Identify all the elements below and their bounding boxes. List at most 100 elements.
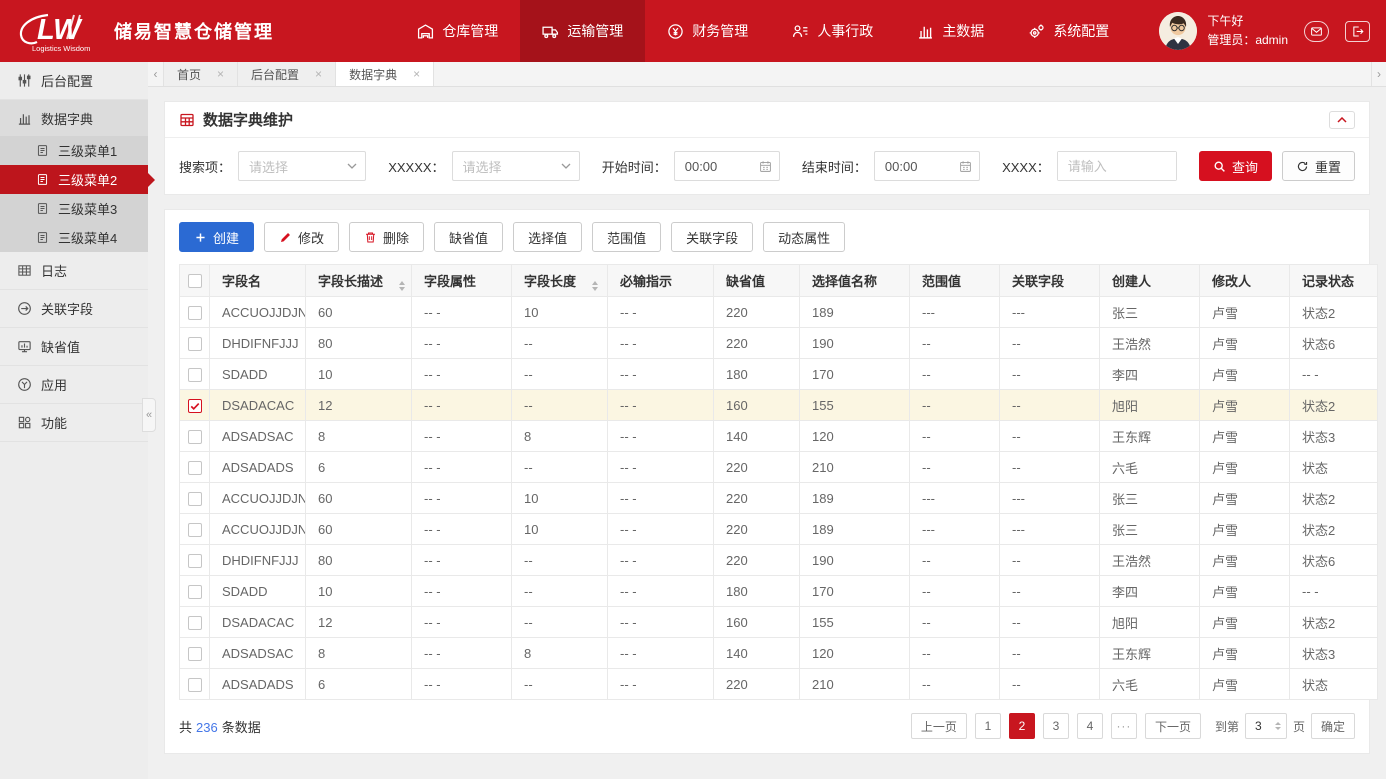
page-button-2[interactable]: 2	[1009, 713, 1035, 739]
start-time-input[interactable]: 00:00	[674, 151, 780, 181]
delete-button[interactable]: 删除	[349, 222, 424, 252]
edit-button[interactable]: 修改	[264, 222, 339, 252]
cell: 10	[512, 514, 608, 545]
sidebar-item-backend-config[interactable]: 后台配置	[0, 62, 148, 100]
cell: 张三	[1100, 297, 1200, 328]
sidebar-item-submenu-4[interactable]: 三级菜单4	[0, 223, 148, 252]
sidebar-item-submenu-1[interactable]: 三级菜单1	[0, 136, 148, 165]
nav-item-hr[interactable]: 人事行政	[770, 0, 895, 62]
close-icon[interactable]: ×	[217, 67, 224, 81]
search-item-select[interactable]: 请选择	[238, 151, 366, 181]
range-value-button[interactable]: 范围值	[592, 222, 661, 252]
page-button-4[interactable]: 4	[1077, 713, 1103, 739]
column-label: 创建人	[1112, 274, 1151, 289]
close-icon[interactable]: ×	[315, 67, 322, 81]
row-checkbox[interactable]	[188, 554, 202, 568]
cell: 220	[714, 669, 800, 700]
reset-button[interactable]: 重置	[1282, 151, 1355, 181]
prev-page-button[interactable]: 上一页	[911, 713, 967, 739]
cell: --	[1000, 359, 1100, 390]
sidebar-item-data-dictionary[interactable]: 数据字典	[0, 100, 148, 136]
close-icon[interactable]: ×	[413, 67, 420, 81]
nav-item-system-config[interactable]: 系统配置	[1006, 0, 1131, 62]
row-checkbox[interactable]	[188, 585, 202, 599]
nav-item-master-data[interactable]: 主数据	[895, 0, 1006, 62]
more-pages-button[interactable]: ···	[1111, 713, 1137, 739]
sidebar-item-default-values[interactable]: 缺省值	[0, 328, 148, 366]
avatar[interactable]	[1159, 12, 1197, 50]
row-checkbox[interactable]	[188, 647, 202, 661]
column-label: 范围值	[922, 274, 961, 289]
sort-control[interactable]	[399, 281, 405, 291]
row-checkbox[interactable]	[188, 368, 202, 382]
logout-icon	[1351, 25, 1364, 38]
sidebar-collapse-handle[interactable]: «	[142, 398, 156, 432]
nav-item-warehouse[interactable]: 仓库管理	[395, 0, 520, 62]
cell: 220	[714, 297, 800, 328]
confirm-button[interactable]: 确定	[1311, 713, 1355, 739]
row-checkbox[interactable]	[188, 616, 202, 630]
end-time-input[interactable]: 00:00	[874, 151, 980, 181]
page-label: 页	[1293, 718, 1305, 735]
create-button[interactable]: 创建	[179, 222, 254, 252]
cell: ---	[910, 514, 1000, 545]
cell: --	[1000, 576, 1100, 607]
cell: ADSADADS	[210, 452, 306, 483]
cell: 王浩然	[1100, 328, 1200, 359]
column-header: 字段长度	[512, 265, 608, 297]
default-value-button[interactable]: 缺省值	[434, 222, 503, 252]
user-info: 下午好 管理员：admin	[1207, 12, 1288, 49]
keyword-input[interactable]	[1058, 152, 1176, 180]
xxxxx-select[interactable]: 请选择	[452, 151, 580, 181]
row-checkbox[interactable]	[188, 492, 202, 506]
tab-backend-config[interactable]: 后台配置×	[238, 62, 336, 86]
cell: ACCUOJJDJN	[210, 514, 306, 545]
tab-home[interactable]: 首页×	[163, 62, 238, 86]
column-header: 字段名	[210, 265, 306, 297]
cell: 卢雪	[1200, 607, 1290, 638]
cell: 卢雪	[1200, 421, 1290, 452]
button-label: 动态属性	[778, 228, 830, 247]
cell: 卢雪	[1200, 483, 1290, 514]
stepper-arrows-icon[interactable]	[1275, 722, 1281, 730]
sidebar-item-function[interactable]: 功能	[0, 404, 148, 442]
sidebar-item-application[interactable]: 应用	[0, 366, 148, 404]
select-all-checkbox[interactable]	[188, 274, 202, 288]
dynamic-attr-button[interactable]: 动态属性	[763, 222, 845, 252]
row-checkbox[interactable]	[188, 430, 202, 444]
mail-button[interactable]	[1304, 21, 1329, 42]
cell: ---	[1000, 297, 1100, 328]
goto-label: 到第	[1215, 718, 1239, 735]
row-checkbox[interactable]	[188, 337, 202, 351]
row-checkbox[interactable]	[188, 306, 202, 320]
logout-button[interactable]	[1345, 21, 1370, 42]
tab-data-dictionary[interactable]: 数据字典×	[336, 62, 434, 86]
sidebar-item-submenu-2[interactable]: 三级菜单2	[0, 165, 148, 194]
cell: 12	[306, 390, 412, 421]
button-label: 缺省值	[449, 228, 488, 247]
cell: 155	[800, 390, 910, 421]
sidebar-item-related-fields[interactable]: 关联字段	[0, 290, 148, 328]
related-field-button[interactable]: 关联字段	[671, 222, 753, 252]
next-page-button[interactable]: 下一页	[1145, 713, 1201, 739]
page-button-1[interactable]: 1	[975, 713, 1001, 739]
sort-control[interactable]	[592, 281, 598, 291]
goto-page-input[interactable]: 3	[1245, 713, 1287, 739]
row-checkbox[interactable]	[188, 461, 202, 475]
panel-collapse-button[interactable]	[1329, 111, 1355, 129]
row-checkbox[interactable]	[188, 399, 202, 413]
row-checkbox[interactable]	[188, 678, 202, 692]
sidebar-item-logs[interactable]: 日志	[0, 252, 148, 290]
nav-item-transport[interactable]: 运输管理	[520, 0, 645, 62]
tab-scroll-right-icon[interactable]: ›	[1371, 62, 1386, 86]
tab-scroll-left-icon[interactable]: ‹	[148, 62, 163, 86]
search-icon	[1213, 160, 1226, 173]
nav-item-finance[interactable]: 财务管理	[645, 0, 770, 62]
page-button-3[interactable]: 3	[1043, 713, 1069, 739]
sidebar-item-submenu-3[interactable]: 三级菜单3	[0, 194, 148, 223]
search-button[interactable]: 查询	[1199, 151, 1272, 181]
row-checkbox-cell	[180, 390, 210, 421]
select-value-button[interactable]: 选择值	[513, 222, 582, 252]
row-checkbox[interactable]	[188, 523, 202, 537]
cell: --	[910, 421, 1000, 452]
